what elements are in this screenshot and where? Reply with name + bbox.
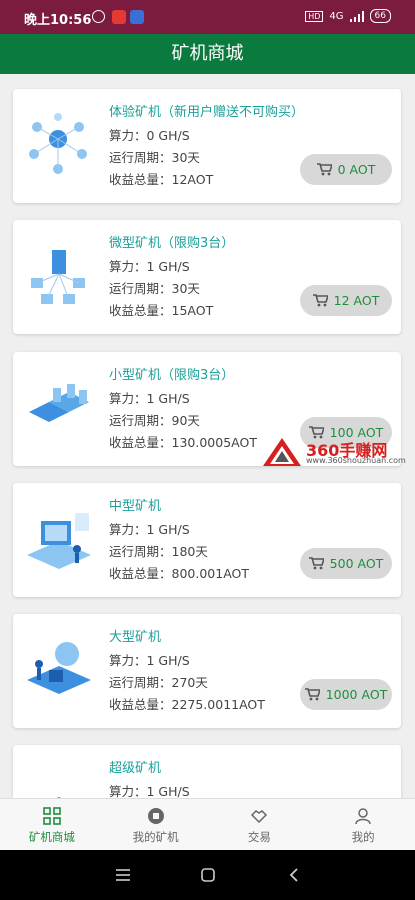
buy-price: 0 AOT <box>337 162 376 177</box>
status-bar: 晚上10:56 HD 4G 66 <box>0 0 415 34</box>
tab-label: 我的 <box>351 830 375 844</box>
tab-trade[interactable]: 交易 <box>208 799 312 851</box>
notification-icon <box>112 10 126 24</box>
signal-icon <box>349 10 364 22</box>
app-notification-icon <box>130 10 144 24</box>
product-power: 算力：1 GH/S <box>109 259 190 274</box>
product-card[interactable]: 中型矿机 算力：1 GH/S 运行周期：180天 收益总量：800.001AOT… <box>13 483 401 597</box>
product-power: 算力：1 GH/S <box>109 391 190 406</box>
watermark-triangle-icon <box>263 438 301 466</box>
miner-icon <box>147 808 164 824</box>
product-period: 运行周期：270天 <box>109 675 208 690</box>
product-name: 超级矿机 <box>109 761 162 776</box>
product-total: 收益总量：12AOT <box>109 172 214 187</box>
buy-price: 12 AOT <box>333 293 380 308</box>
product-card[interactable]: 大型矿机 算力：1 GH/S 运行周期：270天 收益总量：2275.0011A… <box>13 614 401 728</box>
product-list[interactable]: 体验矿机（新用户赠送不可购买） 算力：0 GH/S 运行周期：30天 收益总量：… <box>0 74 415 798</box>
hd-icon: HD <box>305 10 324 22</box>
product-note: （限购3台） <box>161 236 235 251</box>
battery-icon: 66 <box>369 9 391 23</box>
watermark-logo: 360手赚网 www.360shouzhuan.com <box>262 437 412 467</box>
miner-illustration-icon <box>27 513 91 569</box>
product-name: 小型矿机 <box>109 368 162 383</box>
network-label: 4G <box>329 10 344 22</box>
buy-price: 1000 AOT <box>325 687 388 702</box>
cart-icon <box>312 294 328 307</box>
product-power: 算力：0 GH/S <box>109 128 190 143</box>
cart-icon <box>316 163 332 176</box>
miner-illustration-icon <box>31 250 85 304</box>
product-total: 收益总量：2275.0011AOT <box>109 697 265 712</box>
buy-button[interactable]: 500 AOT <box>300 548 392 579</box>
product-card[interactable]: 超级矿机 算力：1 GH/S <box>13 745 401 798</box>
product-name: 大型矿机 <box>109 630 162 645</box>
tab-label: 交易 <box>247 830 271 844</box>
tab-mine[interactable]: 我的 <box>311 799 415 851</box>
product-total: 收益总量：130.0005AOT <box>109 435 257 450</box>
back-icon[interactable] <box>285 866 303 884</box>
tab-mall[interactable]: 矿机商城 <box>0 799 104 851</box>
buy-price: 500 AOT <box>329 556 384 571</box>
buy-button[interactable]: 1000 AOT <box>300 679 392 710</box>
tab-my-miners[interactable]: 我的矿机 <box>104 799 208 851</box>
product-period: 运行周期：30天 <box>109 150 200 165</box>
product-name: 体验矿机 <box>109 105 162 120</box>
page-title: 矿机商城 <box>0 34 415 74</box>
product-total: 收益总量：800.001AOT <box>109 566 249 581</box>
cart-icon <box>308 557 324 570</box>
watermark-url: www.360shouzhuan.com <box>306 456 406 465</box>
miner-illustration-icon <box>27 642 91 694</box>
product-name: 微型矿机 <box>109 236 162 251</box>
tab-label: 我的矿机 <box>132 830 179 844</box>
system-nav-bar <box>0 850 415 900</box>
user-icon <box>355 808 371 825</box>
product-power: 算力：1 GH/S <box>109 784 190 798</box>
menu-icon[interactable] <box>114 866 132 884</box>
product-period: 运行周期：90天 <box>109 413 200 428</box>
product-card[interactable]: 微型矿机（限购3台） 算力：1 GH/S 运行周期：30天 收益总量：15AOT… <box>13 220 401 334</box>
product-total: 收益总量：15AOT <box>109 303 214 318</box>
bottom-tab-bar: 矿机商城 我的矿机 交易 我的 <box>0 798 415 851</box>
status-time: 晚上10:56 <box>24 13 92 28</box>
miner-illustration-icon <box>29 384 89 422</box>
buy-button[interactable]: 12 AOT <box>300 285 392 316</box>
alarm-icon <box>92 10 105 23</box>
cart-icon <box>304 688 320 701</box>
miner-illustration-icon <box>29 113 87 174</box>
tab-label: 矿机商城 <box>28 830 75 844</box>
miner-illustration-icon <box>56 797 62 798</box>
home-icon[interactable] <box>199 866 217 884</box>
product-note: （限购3台） <box>161 368 235 383</box>
buy-button[interactable]: 0 AOT <box>300 154 392 185</box>
handshake-icon <box>251 810 268 824</box>
product-note: （新用户赠送不可购买） <box>161 105 305 120</box>
grid-icon <box>43 807 61 825</box>
product-power: 算力：1 GH/S <box>109 653 190 668</box>
product-period: 运行周期：30天 <box>109 281 200 296</box>
product-period: 运行周期：180天 <box>109 544 208 559</box>
product-power: 算力：1 GH/S <box>109 522 190 537</box>
product-card[interactable]: 体验矿机（新用户赠送不可购买） 算力：0 GH/S 运行周期：30天 收益总量：… <box>13 89 401 203</box>
product-name: 中型矿机 <box>109 499 162 514</box>
